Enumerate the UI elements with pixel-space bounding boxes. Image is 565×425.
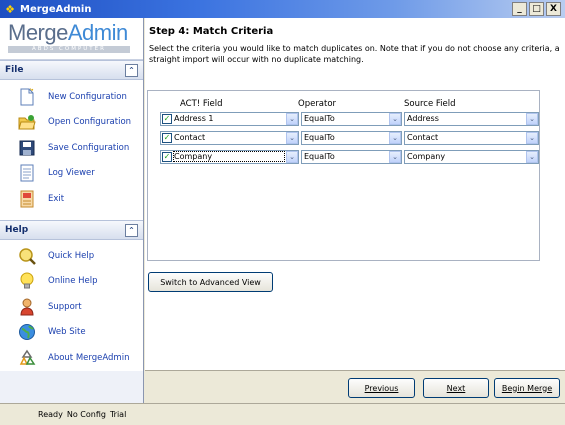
title-bar: ❖ MergeAdmin _ □ X: [0, 0, 565, 18]
nav-web-site[interactable]: Web Site: [0, 320, 143, 346]
row-checkbox[interactable]: ✓: [162, 133, 172, 143]
dropdown-arrow-icon[interactable]: ⌄: [286, 151, 298, 163]
recycle-icon: [18, 349, 36, 367]
nav-label: Online Help: [48, 276, 98, 287]
act-field-value: Address 1: [174, 114, 214, 123]
support-person-icon: [18, 298, 36, 316]
file-collapse-icon[interactable]: ⌃: [125, 64, 138, 77]
nav-new-configuration[interactable]: New Configuration: [0, 84, 143, 110]
exit-icon: [18, 190, 36, 208]
merge-admin-logo: MergeAdmin ABDS COMPUTER: [0, 18, 143, 60]
file-section-title: File: [5, 65, 24, 75]
source-field-value: Contact: [407, 133, 439, 142]
act-field-value: Contact: [174, 133, 206, 142]
logo-subtitle: ABDS COMPUTER: [8, 46, 130, 53]
source-field-value: Address: [407, 114, 439, 123]
status-config: No Config: [66, 410, 106, 419]
operator-select[interactable]: EqualTo ⌄: [301, 112, 402, 126]
next-label: Next: [446, 383, 466, 393]
begin-merge-button[interactable]: Begin Merge: [494, 378, 560, 398]
nav-exit[interactable]: Exit: [0, 186, 143, 212]
switch-advanced-view-button[interactable]: Switch to Advanced View: [148, 272, 273, 292]
minimize-button[interactable]: _: [512, 2, 527, 16]
window-controls: _ □ X: [512, 2, 561, 16]
nav-online-help[interactable]: Online Help: [0, 269, 143, 295]
row-checkbox[interactable]: ✓: [162, 152, 172, 162]
lightbulb-icon: [18, 272, 36, 290]
operator-value: EqualTo: [304, 114, 335, 123]
previous-label: Previous: [364, 383, 399, 393]
log-document-icon: [18, 164, 36, 182]
floppy-disk-icon: [18, 139, 36, 157]
help-section-header[interactable]: Help ⌃: [0, 220, 143, 240]
next-button[interactable]: Next: [423, 378, 489, 398]
operator-select[interactable]: EqualTo ⌄: [301, 150, 402, 164]
wizard-button-bar: Previous Next Begin Merge: [145, 370, 565, 403]
file-nav-list: New Configuration Open Configuration Sav…: [0, 80, 143, 220]
nav-save-configuration[interactable]: Save Configuration: [0, 135, 143, 161]
nav-label: New Configuration: [48, 91, 127, 102]
globe-icon: [18, 323, 36, 341]
nav-open-configuration[interactable]: Open Configuration: [0, 110, 143, 136]
new-document-icon: [18, 87, 36, 106]
nav-support[interactable]: Support: [0, 294, 143, 320]
nav-label: Save Configuration: [48, 142, 130, 153]
window-title: MergeAdmin: [20, 3, 92, 15]
nav-log-viewer[interactable]: Log Viewer: [0, 161, 143, 187]
left-panel: MergeAdmin ABDS COMPUTER File ⌃ New Conf…: [0, 18, 144, 403]
status-license: Trial: [109, 410, 127, 419]
step-title: Step 4: Match Criteria: [149, 26, 274, 37]
status-bar: Ready No Config Trial: [0, 403, 565, 425]
criteria-panel: ACT! Field Operator Source Field ✓ Addre…: [147, 90, 540, 261]
begin-merge-label: Begin Merge: [501, 383, 553, 393]
source-field-select[interactable]: Company ⌄: [404, 150, 539, 164]
nav-label: Support: [48, 301, 82, 312]
operator-select[interactable]: EqualTo ⌄: [301, 131, 402, 145]
dropdown-arrow-icon[interactable]: ⌄: [286, 132, 298, 144]
act-field-select[interactable]: ✓ Contact ⌄: [160, 131, 299, 145]
nav-label: Exit: [48, 193, 65, 204]
source-field-select[interactable]: Address ⌄: [404, 112, 539, 126]
act-field-select[interactable]: ✓ Address 1 ⌄: [160, 112, 299, 126]
nav-label: About MergeAdmin: [48, 352, 130, 363]
app-icon: ❖: [5, 2, 15, 16]
status-ready: Ready: [38, 410, 63, 419]
main-content: Step 4: Match Criteria Select the criter…: [145, 18, 565, 403]
operator-value: EqualTo: [304, 133, 335, 142]
dropdown-arrow-icon[interactable]: ⌄: [389, 113, 401, 125]
nav-label: Web Site: [48, 327, 86, 338]
dropdown-arrow-icon[interactable]: ⌄: [526, 151, 538, 163]
dropdown-arrow-icon[interactable]: ⌄: [389, 151, 401, 163]
header-source-field: Source Field: [404, 99, 456, 109]
dropdown-arrow-icon[interactable]: ⌄: [526, 132, 538, 144]
nav-about-mergeadmin[interactable]: About MergeAdmin: [0, 345, 143, 371]
act-field-select[interactable]: ✓ Company ⌄: [160, 150, 299, 164]
row-checkbox[interactable]: ✓: [162, 114, 172, 124]
file-section-header[interactable]: File ⌃: [0, 60, 143, 80]
help-section-title: Help: [5, 225, 29, 235]
nav-label: Open Configuration: [48, 117, 132, 128]
nav-quick-help[interactable]: Quick Help: [0, 243, 143, 269]
dropdown-arrow-icon[interactable]: ⌄: [389, 132, 401, 144]
logo-part2: Admin: [67, 20, 128, 45]
logo-part1: Merge: [8, 20, 68, 45]
header-act-field: ACT! Field: [180, 99, 223, 109]
open-folder-icon: [18, 113, 36, 131]
step-description: Select the criteria you would like to ma…: [149, 44, 560, 64]
magnifier-icon: [18, 247, 36, 265]
maximize-button[interactable]: □: [529, 2, 544, 16]
previous-button[interactable]: Previous: [348, 378, 415, 398]
close-button[interactable]: X: [546, 2, 561, 16]
help-collapse-icon[interactable]: ⌃: [125, 224, 138, 237]
act-field-value: Company: [173, 151, 285, 162]
nav-label: Quick Help: [48, 250, 95, 261]
source-field-value: Company: [407, 152, 446, 161]
header-operator: Operator: [298, 99, 337, 109]
help-nav-list: Quick Help Online Help Support Web Site …: [0, 240, 143, 371]
dropdown-arrow-icon[interactable]: ⌄: [526, 113, 538, 125]
source-field-select[interactable]: Contact ⌄: [404, 131, 539, 145]
nav-label: Log Viewer: [48, 168, 95, 179]
operator-value: EqualTo: [304, 152, 335, 161]
dropdown-arrow-icon[interactable]: ⌄: [286, 113, 298, 125]
